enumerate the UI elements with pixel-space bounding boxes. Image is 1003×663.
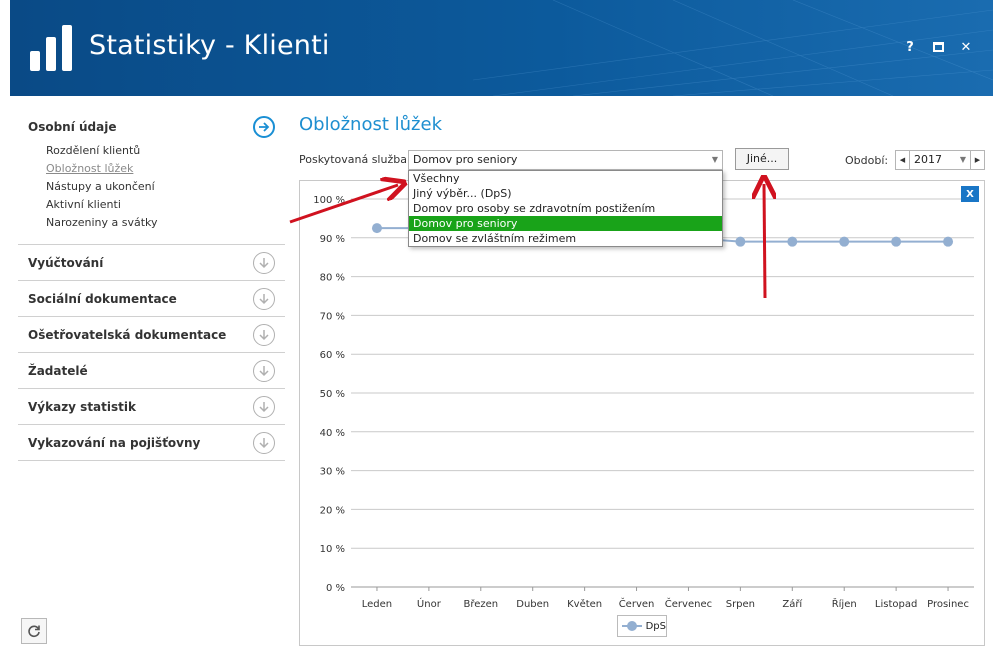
annotation-arrow-icon — [764, 184, 765, 299]
annotation-arrows — [289, 0, 1003, 299]
annotation-arrow-icon — [289, 185, 398, 224]
